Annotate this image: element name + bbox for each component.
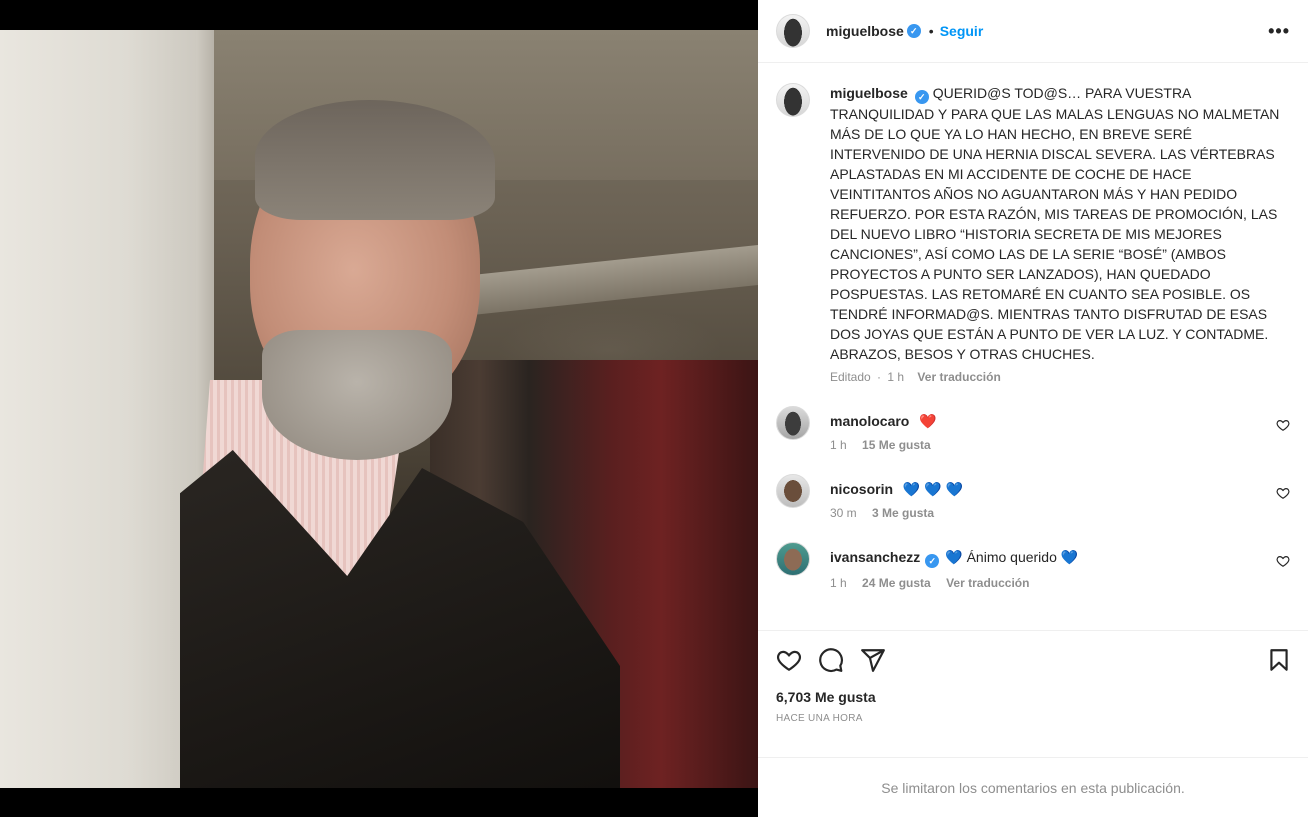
comment-likes[interactable]: 24 Me gusta: [862, 576, 931, 590]
photo-shelf: [470, 244, 758, 316]
comment-time[interactable]: 1 h: [830, 576, 847, 590]
verified-badge-icon: ✓: [925, 554, 940, 568]
caption-edited: Editado: [830, 370, 871, 384]
caption-avatar[interactable]: [776, 83, 810, 117]
comment-text: ❤️: [919, 413, 937, 429]
comment-username[interactable]: ivansanchezz: [830, 549, 920, 565]
comments-scroll-area[interactable]: miguelbose ✓ QUERID@S TOD@S… PARA VUESTRA…: [758, 63, 1308, 631]
comment-emoji-pre: 💙: [945, 549, 963, 565]
post-timestamp[interactable]: HACE UNA HORA: [758, 705, 1308, 724]
post-header: miguelbose ✓ • Seguir •••: [758, 0, 1308, 63]
comment-like-heart-icon[interactable]: [1276, 486, 1290, 500]
likes-label[interactable]: Me gusta: [815, 689, 876, 705]
comment-time[interactable]: 1 h: [830, 438, 847, 452]
verified-badge-icon: ✓: [914, 90, 929, 104]
instagram-post-viewer: miguelbose ✓ • Seguir ••• miguelbose ✓ QU…: [0, 0, 1308, 817]
comment-text-block: nicosorin 💙 💙 💙: [830, 474, 1260, 498]
caption-translate-link[interactable]: Ver traducción: [917, 370, 1000, 384]
comment-item: ivansanchezz ✓ 💙 Ánimo querido 💙 1 h 24 Me…: [776, 542, 1290, 590]
paper-plane-icon[interactable]: [860, 647, 886, 673]
comment-text: Ánimo querido: [962, 549, 1061, 565]
comment-text-block: manolocaro ❤️: [830, 406, 1260, 430]
header-separator: •: [928, 23, 934, 39]
comment-likes[interactable]: 15 Me gusta: [862, 438, 931, 452]
post-actions-bar: [758, 631, 1308, 689]
caption-text-block: miguelbose ✓ QUERID@S TOD@S… PARA VUESTRA…: [830, 83, 1280, 364]
author-username[interactable]: miguelbose: [826, 23, 904, 39]
verified-badge-icon: ✓: [906, 24, 921, 38]
caption-username[interactable]: miguelbose: [830, 85, 908, 101]
limited-comments-notice: Se limitaron los comentarios en esta pub…: [758, 757, 1308, 817]
caption-body: miguelbose ✓ QUERID@S TOD@S… PARA VUESTRA…: [830, 83, 1280, 384]
photo-beard: [262, 330, 452, 460]
author-avatar[interactable]: [776, 14, 810, 48]
comment-avatar[interactable]: [776, 474, 810, 508]
likes-number[interactable]: 6,703: [776, 689, 811, 705]
comment-text: 💙 💙 💙: [902, 481, 963, 497]
comment-translate-link[interactable]: Ver traducción: [946, 576, 1029, 590]
comment-body: nicosorin 💙 💙 💙 30 m 3 Me gusta: [830, 474, 1260, 520]
caption-time[interactable]: 1 h: [887, 370, 904, 384]
post-side-panel: miguelbose ✓ • Seguir ••• miguelbose ✓ QU…: [758, 0, 1308, 817]
comment-username[interactable]: manolocaro: [830, 413, 909, 429]
more-dots-icon[interactable]: •••: [1268, 21, 1290, 42]
comment-meta: 1 h 15 Me gusta: [830, 438, 1260, 452]
comment-time[interactable]: 30 m: [830, 506, 857, 520]
comment-meta: 1 h 24 Me gusta Ver traducción: [830, 576, 1260, 590]
comment-likes[interactable]: 3 Me gusta: [872, 506, 934, 520]
follow-button[interactable]: Seguir: [940, 23, 984, 39]
author-block: miguelbose ✓ • Seguir: [826, 23, 983, 39]
comment-meta: 30 m 3 Me gusta: [830, 506, 1260, 520]
comment-avatar[interactable]: [776, 542, 810, 576]
comment-like-heart-icon[interactable]: [1276, 554, 1290, 568]
heart-outline-icon[interactable]: [776, 647, 802, 673]
bookmark-icon[interactable]: [1266, 647, 1292, 673]
likes-count[interactable]: 6,703 Me gusta: [758, 689, 1308, 705]
comment-avatar[interactable]: [776, 406, 810, 440]
comment-item: nicosorin 💙 💙 💙 30 m 3 Me gusta: [776, 474, 1290, 520]
comment-username[interactable]: nicosorin: [830, 481, 893, 497]
comment-item: manolocaro ❤️ 1 h 15 Me gusta: [776, 406, 1290, 452]
caption-meta-separator: ·: [877, 370, 882, 384]
speech-bubble-icon[interactable]: [818, 647, 844, 673]
comment-body: ivansanchezz ✓ 💙 Ánimo querido 💙 1 h 24 Me…: [830, 542, 1260, 590]
comment-body: manolocaro ❤️ 1 h 15 Me gusta: [830, 406, 1260, 452]
photo-hair: [255, 100, 495, 220]
comment-like-heart-icon[interactable]: [1276, 418, 1290, 432]
post-photo[interactable]: [0, 30, 758, 788]
caption-meta: Editado · 1 h Ver traducción: [830, 370, 1280, 384]
comment-emoji-post: 💙: [1060, 549, 1079, 565]
comment-text-block: ivansanchezz ✓ 💙 Ánimo querido 💙: [830, 542, 1260, 568]
caption-text: QUERID@S TOD@S… PARA VUESTRA TRANQUILIDA…: [830, 85, 1280, 362]
post-caption: miguelbose ✓ QUERID@S TOD@S… PARA VUESTRA…: [776, 83, 1290, 384]
